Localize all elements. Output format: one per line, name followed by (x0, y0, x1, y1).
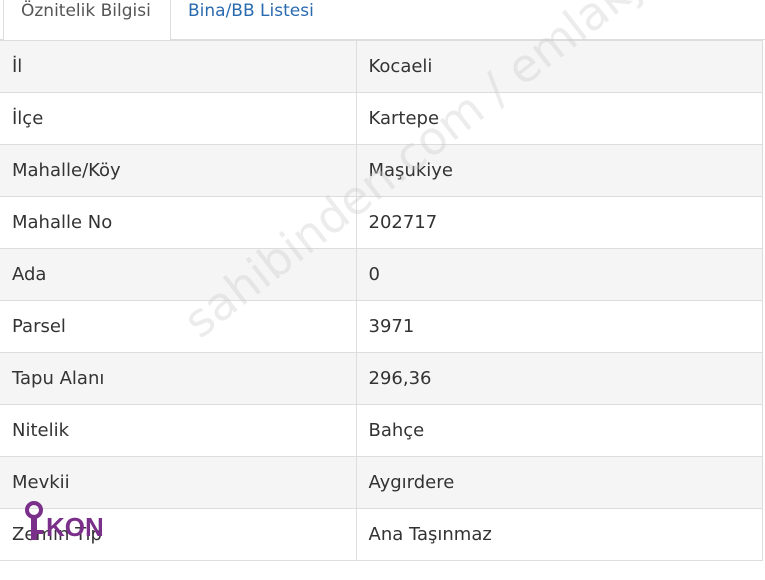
attribute-value: 3971 (355, 300, 763, 353)
tab-bar: Öznitelik Bilgisi Bina/BB Listesi (0, 0, 765, 41)
table-row: Tapu Alanı 296,36 (0, 352, 763, 405)
table-row: Parsel 3971 (0, 300, 763, 353)
table-row: Mevkii Aygırdere (0, 456, 763, 509)
attribute-key: Nitelik (0, 404, 357, 457)
table-row: Ada 0 (0, 248, 763, 301)
attribute-value: Kocaeli (355, 40, 763, 93)
tab-bina-bb-listesi[interactable]: Bina/BB Listesi (188, 0, 314, 40)
attribute-key: Parsel (0, 300, 357, 353)
table-row: Mahalle No 202717 (0, 196, 763, 249)
attribute-value: Aygırdere (355, 456, 763, 509)
attribute-key: İlçe (0, 92, 357, 145)
attribute-value: Ana Taşınmaz (355, 508, 763, 561)
attribute-value: Kartepe (355, 92, 763, 145)
attribute-value: 202717 (355, 196, 763, 249)
attribute-key: Mahalle No (0, 196, 357, 249)
attribute-value: Maşukiye (355, 144, 763, 197)
attribute-key: Ada (0, 248, 357, 301)
table-row: İl Kocaeli (0, 40, 763, 93)
attribute-key: Mevkii (0, 456, 357, 509)
attribute-key: Mahalle/Köy (0, 144, 357, 197)
attribute-value: Bahçe (355, 404, 763, 457)
attribute-value: 0 (355, 248, 763, 301)
attribute-key: İl (0, 40, 357, 93)
tab-oznitelik-bilgisi[interactable]: Öznitelik Bilgisi (3, 0, 171, 41)
table-row: Nitelik Bahçe (0, 404, 763, 457)
attribute-key: Tapu Alanı (0, 352, 357, 405)
attribute-key: Zemin Tip (0, 508, 357, 561)
table-row: Zemin Tip Ana Taşınmaz (0, 508, 763, 561)
table-row: İlçe Kartepe (0, 92, 763, 145)
table-row: Mahalle/Köy Maşukiye (0, 144, 763, 197)
attribute-value: 296,36 (355, 352, 763, 405)
attribute-table: İl Kocaeli İlçe Kartepe Mahalle/Köy Maşu… (0, 40, 763, 561)
